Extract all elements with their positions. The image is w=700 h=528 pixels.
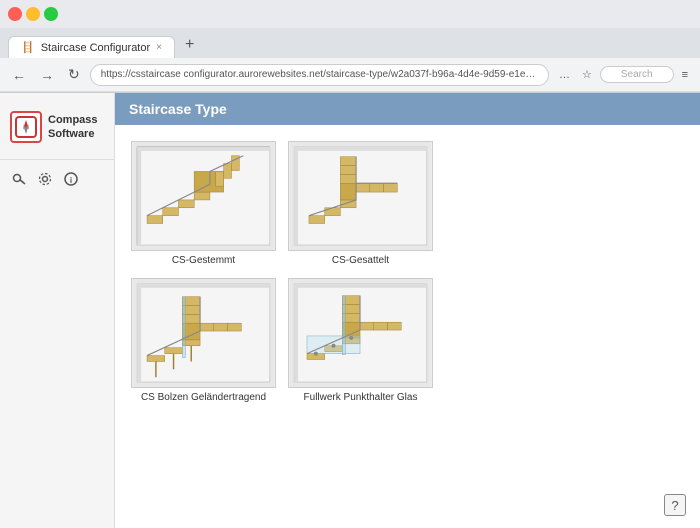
reload-button[interactable]: ↻ <box>64 62 84 87</box>
staircase-grid: CS-Gestemmt <box>131 141 684 403</box>
nav-actions: … ☆ Search ≡ <box>555 66 692 83</box>
sidebar-icon-group: i <box>0 172 114 189</box>
sidebar-logo: Compass Software <box>0 103 114 160</box>
more-button[interactable]: … <box>555 67 574 83</box>
search-input[interactable]: Search <box>600 66 674 83</box>
tab-favicon: 🪜 <box>21 41 35 54</box>
tab-title: Staircase Configurator <box>41 42 150 54</box>
title-bar <box>0 0 700 28</box>
staircase-image-fullwerk <box>288 278 433 388</box>
staircase-item-cs-gestemmt[interactable]: CS-Gestemmt <box>131 141 276 266</box>
sidebar: Compass Software i <box>0 93 115 528</box>
bookmark-button[interactable]: ☆ <box>578 66 596 83</box>
close-window-button[interactable] <box>8 7 22 21</box>
forward-button[interactable]: → <box>36 63 58 87</box>
page-header: Staircase Type <box>115 93 700 125</box>
key-icon-button[interactable] <box>12 172 26 189</box>
tab-bar: 🪜 Staircase Configurator × + <box>0 28 700 58</box>
main-content: Staircase Type <box>115 93 700 528</box>
address-bar[interactable]: https://csstaircase configurator.aurorew… <box>90 64 549 86</box>
help-button[interactable]: ? <box>664 494 686 516</box>
logo-text: Compass Software <box>48 113 98 142</box>
staircase-item-cs-gesattelt[interactable]: CS-Gesattelt <box>288 141 433 266</box>
svg-text:i: i <box>70 176 72 185</box>
minimize-window-button[interactable] <box>26 7 40 21</box>
page-title: Staircase Type <box>129 101 227 117</box>
address-text: https://csstaircase configurator.aurorew… <box>101 69 538 80</box>
gear-icon-button[interactable] <box>38 172 52 189</box>
active-tab[interactable]: 🪜 Staircase Configurator × <box>8 36 175 58</box>
staircase-label-cs-bolzen: CS Bolzen Geländertragend <box>141 392 266 403</box>
staircase-svg-1 <box>132 142 275 250</box>
content-area: CS-Gestemmt <box>115 125 700 528</box>
tab-close-button[interactable]: × <box>156 42 162 53</box>
back-button[interactable]: ← <box>8 63 30 87</box>
staircase-item-fullwerk[interactable]: Fullwerk Punkthalter Glas <box>288 278 433 403</box>
staircase-image-cs-gestemmt <box>131 141 276 251</box>
key-icon <box>12 172 26 186</box>
staircase-image-cs-gesattelt <box>288 141 433 251</box>
maximize-window-button[interactable] <box>44 7 58 21</box>
staircase-item-cs-bolzen[interactable]: CS Bolzen Geländertragend <box>131 278 276 403</box>
staircase-label-cs-gestemmt: CS-Gestemmt <box>172 255 235 266</box>
staircase-label-cs-gesattelt: CS-Gesattelt <box>332 255 389 266</box>
browser-chrome: 🪜 Staircase Configurator × + ← → ↻ https… <box>0 0 700 93</box>
info-icon-button[interactable]: i <box>64 172 78 189</box>
app-container: Compass Software i <box>0 93 700 528</box>
nav-bar: ← → ↻ https://csstaircase configurator.a… <box>0 58 700 92</box>
help-label: ? <box>671 498 678 513</box>
staircase-svg-2 <box>289 142 432 250</box>
info-icon: i <box>64 172 78 186</box>
window-controls <box>8 7 58 21</box>
compass-icon <box>14 115 38 139</box>
logo-icon <box>10 111 42 143</box>
staircase-label-fullwerk: Fullwerk Punkthalter Glas <box>304 392 418 403</box>
new-tab-button[interactable]: + <box>177 32 202 58</box>
menu-button[interactable]: ≡ <box>678 67 692 83</box>
staircase-svg-3 <box>132 279 275 387</box>
staircase-svg-4 <box>289 279 432 387</box>
gear-icon <box>38 172 52 186</box>
staircase-image-cs-bolzen <box>131 278 276 388</box>
